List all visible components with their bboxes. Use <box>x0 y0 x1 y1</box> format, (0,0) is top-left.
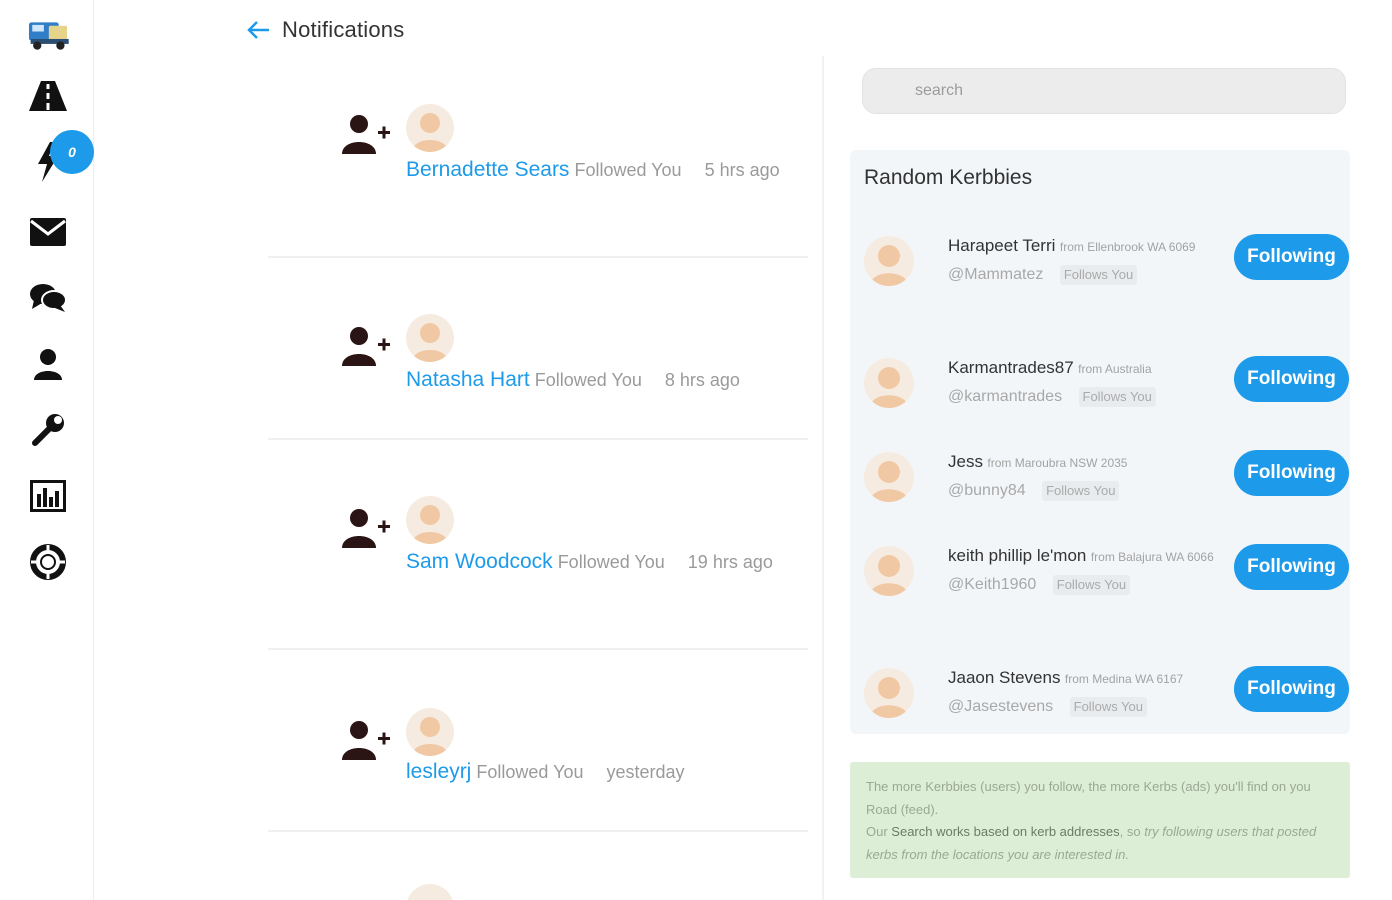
follows-you-badge: Follows You <box>1052 575 1131 595</box>
random-kerbbies-panel: Random Kerbbies Harapeet Terri from Elle… <box>850 150 1350 734</box>
avatar[interactable] <box>406 708 454 756</box>
info-tip-box: The more Kerbbies (users) you follow, th… <box>850 762 1350 878</box>
user-plus-icon <box>342 721 390 760</box>
avatar[interactable] <box>864 452 914 502</box>
follows-you-badge: Follows You <box>1059 265 1138 285</box>
notification-action: Followed You <box>557 552 665 572</box>
following-button[interactable]: Following <box>1234 544 1349 590</box>
notification-item: Natasha Hart Followed You 8 hrs ago <box>268 258 808 440</box>
notification-action: Followed You <box>476 762 584 782</box>
wrench-icon[interactable] <box>24 408 72 452</box>
kerbbie-location: from Maroubra NSW 2035 <box>987 456 1128 470</box>
avatar[interactable] <box>864 668 914 718</box>
notification-text: Sam Woodcock Followed You 19 hrs ago <box>406 546 786 578</box>
notification-action: Followed You <box>574 160 682 180</box>
column-divider <box>822 56 824 900</box>
notification-item: lesleyrj Followed You yesterday <box>268 650 808 832</box>
user-plus-icon <box>342 115 390 154</box>
arrow-left-icon[interactable] <box>244 16 272 44</box>
lifebuoy-icon[interactable] <box>24 540 72 584</box>
notification-action: Followed You <box>534 370 642 390</box>
avatar[interactable] <box>864 236 914 286</box>
kerbbie-handle: @karmantrades <box>948 388 1063 405</box>
kerbbie-item: Jaaon Stevens from Medina WA 6167 @Jases… <box>850 664 1350 734</box>
kerbbie-info: Jaaon Stevens from Medina WA 6167 @Jases… <box>948 664 1230 721</box>
notification-time: 5 hrs ago <box>704 160 780 180</box>
notification-time: 19 hrs ago <box>687 552 773 572</box>
kerbbie-name[interactable]: Jaaon Stevens <box>948 668 1060 687</box>
info-line-2-prefix: Our <box>866 824 892 839</box>
avatar[interactable] <box>406 496 454 544</box>
kerbbie-handle: @Jasestevens <box>948 698 1054 715</box>
info-line-2-suffix: , so <box>1119 824 1145 839</box>
kerbbie-location: from Balajura WA 6066 <box>1090 550 1214 564</box>
kerbbie-item: Karmantrades87 from Australia @karmantra… <box>850 354 1350 434</box>
envelope-icon[interactable] <box>24 210 72 254</box>
notification-text: Natasha Hart Followed You 8 hrs ago <box>406 364 786 396</box>
kerbbie-item: keith phillip le'mon from Balajura WA 60… <box>850 542 1350 642</box>
page-header: Notifications <box>244 12 404 48</box>
follows-you-badge: Follows You <box>1078 387 1156 407</box>
notification-user-link[interactable]: lesleyrj <box>406 760 471 783</box>
following-button[interactable]: Following <box>1234 450 1349 496</box>
notification-item: Sam Woodcock Followed You 19 hrs ago <box>268 440 808 650</box>
kerbbie-handle: @Mammatez <box>948 266 1044 283</box>
user-icon[interactable] <box>24 342 72 386</box>
left-nav-rail: 0 <box>0 0 94 900</box>
avatar[interactable] <box>406 104 454 152</box>
kerbbie-location: from Australia <box>1078 362 1152 376</box>
follows-you-badge: Follows You <box>1042 481 1120 501</box>
notification-user-link[interactable]: Natasha Hart <box>406 368 530 391</box>
bar-chart-icon[interactable] <box>24 474 72 518</box>
truck-logo-icon[interactable] <box>24 12 72 56</box>
notification-user-link[interactable]: Sam Woodcock <box>406 550 553 573</box>
kerbbie-handle: @bunny84 <box>948 482 1026 499</box>
notification-text: lesleyrj Followed You yesterday <box>406 756 786 788</box>
notification-user-link[interactable]: Bernadette Sears <box>406 158 569 181</box>
notification-item-partial <box>268 832 808 900</box>
info-line-2: Our Search works based on kerb addresses… <box>866 821 1334 866</box>
kerbbie-item: Jess from Maroubra NSW 2035 @bunny84 Fol… <box>850 448 1350 528</box>
kerbbie-info: Harapeet Terri from Ellenbrook WA 6069 @… <box>948 232 1230 289</box>
notification-count-badge: 0 <box>50 130 94 174</box>
user-plus-icon <box>342 327 390 366</box>
following-button[interactable]: Following <box>1234 666 1349 712</box>
avatar[interactable] <box>406 884 454 900</box>
kerbbie-info: keith phillip le'mon from Balajura WA 60… <box>948 542 1230 599</box>
panel-title: Random Kerbbies <box>864 166 1033 189</box>
notifications-list: Bernadette Sears Followed You 5 hrs ago … <box>268 60 808 900</box>
comments-icon[interactable] <box>24 276 72 320</box>
road-icon[interactable] <box>24 74 72 118</box>
page-title: Notifications <box>282 17 405 42</box>
notification-item: Bernadette Sears Followed You 5 hrs ago <box>268 60 808 258</box>
kerbbie-handle: @Keith1960 <box>948 576 1037 593</box>
user-plus-icon <box>342 509 390 548</box>
kerbbie-location: from Ellenbrook WA 6069 <box>1059 240 1196 254</box>
notification-time: 8 hrs ago <box>664 370 740 390</box>
kerbbie-name[interactable]: Jess <box>948 452 983 471</box>
kerbbie-info: Karmantrades87 from Australia @karmantra… <box>948 354 1230 411</box>
kerbbie-name[interactable]: Karmantrades87 <box>948 358 1074 377</box>
search-input[interactable] <box>862 68 1346 114</box>
avatar[interactable] <box>864 358 914 408</box>
avatar[interactable] <box>406 314 454 362</box>
kerbbie-name[interactable]: Harapeet Terri <box>948 236 1055 255</box>
following-button[interactable]: Following <box>1234 356 1349 402</box>
info-line-2-strong: Search works based on kerb addresses <box>891 824 1120 839</box>
info-line-1: The more Kerbbies (users) you follow, th… <box>866 779 1311 817</box>
avatar[interactable] <box>864 546 914 596</box>
kerbbie-info: Jess from Maroubra NSW 2035 @bunny84 Fol… <box>948 448 1230 505</box>
notification-text: Bernadette Sears Followed You 5 hrs ago <box>406 154 786 186</box>
following-button[interactable]: Following <box>1234 234 1349 280</box>
kerbbie-item: Harapeet Terri from Ellenbrook WA 6069 @… <box>850 232 1350 332</box>
follows-you-badge: Follows You <box>1069 697 1148 717</box>
kerbbie-location: from Medina WA 6167 <box>1064 672 1184 686</box>
notification-time: yesterday <box>606 762 685 782</box>
kerbbie-name[interactable]: keith phillip le'mon <box>948 546 1086 565</box>
